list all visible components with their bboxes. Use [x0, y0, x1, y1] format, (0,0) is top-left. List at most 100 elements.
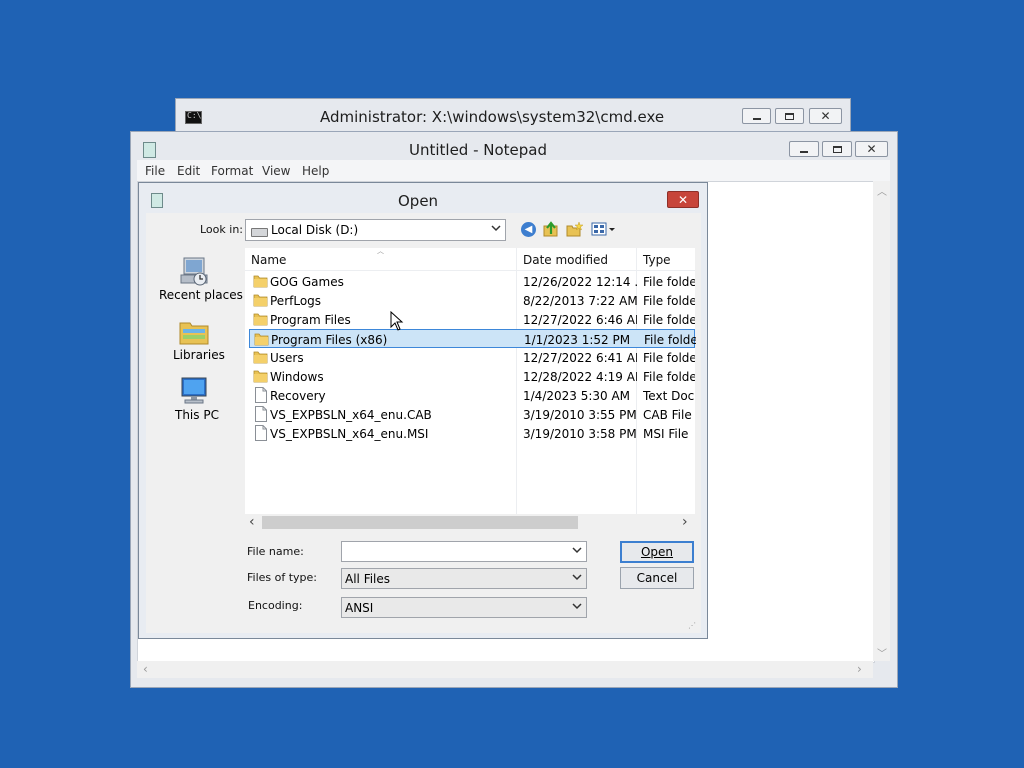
file-date-modified: 8/22/2013 7:22 AM — [523, 294, 637, 308]
file-row[interactable]: Program Files (x86) 1/1/2023 1:52 PM File … — [249, 329, 696, 348]
file-row[interactable]: VS_EXPBSLN_x64_enu.MSI 3/19/2010 3:58 PM M… — [249, 424, 695, 443]
files-of-type-label: Files of type: — [247, 571, 318, 584]
mouse-cursor-icon — [390, 311, 404, 331]
file-type: CAB File — [643, 408, 692, 422]
file-row[interactable]: GOG Games 12/26/2022 12:14 ... File folder — [249, 272, 695, 291]
menu-edit[interactable]: Edit — [177, 164, 200, 178]
file-name-combo[interactable] — [341, 541, 587, 562]
cmd-close-button[interactable]: ✕ — [809, 108, 842, 124]
minimize-icon — [800, 150, 808, 153]
file-row[interactable]: PerfLogs 8/22/2013 7:22 AM File folder — [249, 291, 695, 310]
cmd-window-title: Administrator: X:\windows\system32\cmd.e… — [320, 108, 665, 126]
file-date-modified: 12/27/2022 6:41 AM — [523, 351, 637, 365]
scroll-down-icon[interactable]: ﹀ — [877, 645, 887, 660]
file-list-horizontal-scrollbar[interactable]: ‹ › — [245, 514, 695, 531]
notepad-maximize-button[interactable] — [822, 141, 852, 157]
view-menu-icon[interactable] — [591, 222, 617, 237]
file-row[interactable]: Program Files 12/27/2022 6:46 AM File fold… — [249, 310, 695, 329]
file-name: VS_EXPBSLN_x64_enu.CAB — [270, 408, 432, 422]
minimize-icon — [752, 117, 761, 120]
files-of-type-select[interactable]: All Files — [341, 568, 587, 589]
folder-icon — [253, 370, 268, 383]
file-icon — [255, 387, 267, 403]
libraries-icon — [179, 322, 209, 345]
place-recent-places[interactable]: Recent places — [155, 253, 243, 305]
menu-view[interactable]: View — [262, 164, 290, 178]
look-in-combo[interactable]: Local Disk (D:) — [245, 219, 506, 241]
sort-arrow-icon: ︿ — [377, 247, 384, 255]
notepad-title: Untitled - Notepad — [409, 141, 548, 159]
notepad-icon — [143, 142, 156, 158]
dialog-title: Open — [398, 192, 439, 210]
notepad-minimize-button[interactable] — [789, 141, 819, 157]
encoding-value: ANSI — [345, 601, 374, 615]
file-icon — [255, 425, 267, 441]
new-folder-icon[interactable] — [566, 221, 584, 238]
folder-icon — [253, 351, 268, 364]
file-date-modified: 12/26/2022 12:14 ... — [523, 275, 637, 289]
chevron-down-icon — [491, 225, 501, 232]
encoding-label: Encoding: — [248, 599, 303, 612]
file-date-modified: 3/19/2010 3:58 PM — [523, 427, 637, 441]
cmd-icon: C:\ — [185, 111, 202, 124]
scrollbar-thumb[interactable] — [262, 516, 578, 529]
file-type: File folder — [643, 294, 695, 308]
file-date-modified: 1/4/2023 5:30 AM — [523, 389, 631, 403]
up-folder-icon[interactable] — [543, 221, 560, 238]
scroll-left-icon[interactable]: ‹ — [143, 662, 148, 676]
place-libraries[interactable]: Libraries — [155, 313, 237, 365]
this-pc-icon — [181, 377, 207, 404]
file-date-modified: 12/28/2022 4:19 AM — [523, 370, 637, 384]
cancel-button-label: Cancel — [636, 571, 678, 585]
drive-icon — [251, 228, 268, 237]
file-type: File folder — [643, 313, 695, 327]
notepad-horizontal-scrollbar[interactable]: ‹ › — [137, 661, 873, 678]
place-label: This PC — [175, 408, 219, 422]
cancel-button[interactable]: Cancel — [620, 567, 694, 589]
file-icon — [255, 406, 267, 422]
look-in-value: Local Disk (D:) — [271, 223, 359, 237]
file-row[interactable]: VS_EXPBSLN_x64_enu.CAB 3/19/2010 3:55 PM C… — [249, 405, 695, 424]
cmd-maximize-button[interactable] — [775, 108, 804, 124]
file-row[interactable]: Windows 12/28/2022 4:19 AM File folder — [249, 367, 695, 386]
open-button-label: Open — [640, 545, 674, 559]
column-header-date-modified[interactable]: Date modified — [523, 253, 608, 267]
scroll-left-icon[interactable]: ‹ — [249, 514, 255, 530]
notepad-vertical-scrollbar[interactable]: ︿ ﹀ — [873, 181, 890, 661]
chevron-down-icon — [572, 547, 582, 554]
files-of-type-value: All Files — [345, 572, 391, 586]
notepad-close-button[interactable]: ✕ — [855, 141, 888, 157]
maximize-icon — [785, 112, 794, 120]
place-this-pc[interactable]: This PC — [155, 373, 237, 425]
file-name-label: File name: — [247, 545, 304, 558]
file-date-modified: 1/1/2023 1:52 PM — [524, 333, 631, 347]
menu-file[interactable]: File — [145, 164, 165, 178]
file-name: Users — [270, 351, 304, 365]
header-separator — [245, 270, 695, 271]
menu-help[interactable]: Help — [302, 164, 329, 178]
dialog-close-button[interactable]: ✕ — [667, 191, 699, 208]
file-name: Program Files (x86) — [271, 333, 388, 347]
open-button[interactable]: Open — [620, 541, 694, 563]
dialog-icon — [151, 193, 163, 208]
resize-grip-icon[interactable]: ⋰ — [688, 622, 696, 630]
file-type: File folder — [643, 370, 695, 384]
file-row[interactable]: Users 12/27/2022 6:41 AM File folder — [249, 348, 695, 367]
file-name: VS_EXPBSLN_x64_enu.MSI — [270, 427, 429, 441]
back-icon[interactable]: ◀ — [521, 222, 536, 237]
cmd-minimize-button[interactable] — [742, 108, 771, 124]
scroll-right-icon[interactable]: › — [857, 662, 862, 676]
column-header-name[interactable]: Name — [251, 253, 286, 267]
scroll-right-icon[interactable]: › — [682, 514, 688, 530]
folder-icon — [253, 313, 268, 326]
place-label: Libraries — [173, 348, 225, 362]
encoding-select[interactable]: ANSI — [341, 597, 587, 618]
scroll-up-icon[interactable]: ︿ — [877, 183, 887, 198]
column-header-type[interactable]: Type — [643, 253, 671, 267]
file-date-modified: 3/19/2010 3:55 PM — [523, 408, 637, 422]
folder-icon — [254, 333, 269, 346]
menu-format[interactable]: Format — [211, 164, 253, 178]
look-in-label: Look in: — [200, 223, 243, 236]
folder-icon — [253, 275, 268, 288]
file-row[interactable]: Recovery 1/4/2023 5:30 AM Text Docu — [249, 386, 695, 405]
